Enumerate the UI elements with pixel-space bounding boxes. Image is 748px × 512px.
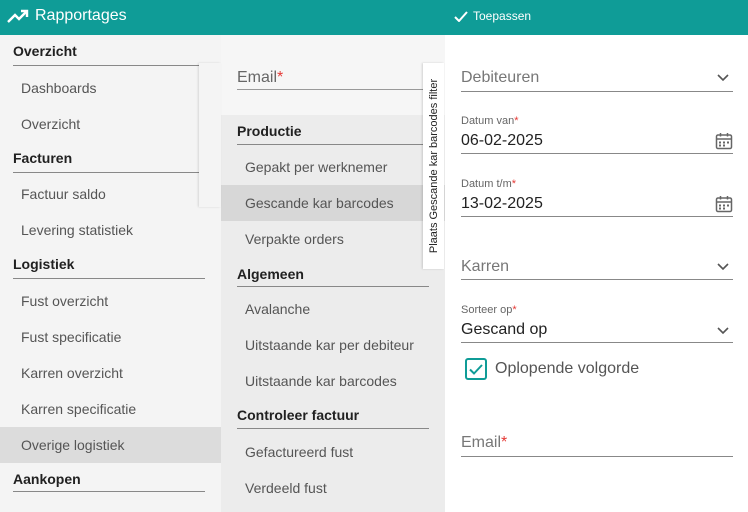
submenu-item-gefactureerd-fust[interactable]: Gefactureerd fust <box>221 434 445 470</box>
submenu-section-controleer-factuur: Controleer factuur <box>237 407 360 423</box>
divider <box>237 144 429 145</box>
chevron-down-icon <box>717 74 729 82</box>
submenu-section-productie: Productie <box>237 123 302 139</box>
submenu-email-field[interactable]: Email* <box>237 69 283 87</box>
trending-up-icon <box>7 9 29 23</box>
sidebar: Overzicht Dashboards Overzicht Facturen … <box>0 35 221 512</box>
submenu-item-verdeeld-fust[interactable]: Verdeeld fust <box>221 470 445 506</box>
divider <box>461 216 733 217</box>
datum-tm-label: Datum t/m <box>461 178 512 190</box>
oplopende-volgorde-checkbox[interactable]: Oplopende volgorde <box>465 358 639 380</box>
divider <box>461 342 733 343</box>
email-label: Email <box>461 434 502 451</box>
sidebar-item-factuur-saldo[interactable]: Factuur saldo <box>0 176 221 212</box>
checkbox-box[interactable] <box>465 358 487 380</box>
sidebar-item-fust-overzicht[interactable]: Fust overzicht <box>0 283 221 319</box>
submenu-item-uitstaande-kar-per-debiteur[interactable]: Uitstaande kar per debiteur <box>221 327 445 363</box>
apply-button[interactable]: Toepassen <box>454 9 531 23</box>
datum-van-value: 06-02-2025 <box>461 132 543 149</box>
chevron-down-icon <box>717 263 729 271</box>
divider <box>237 428 429 429</box>
drawer-edge <box>199 63 221 207</box>
submenu-item-gepakt-per-werknemer[interactable]: Gepakt per werknemer <box>221 149 445 185</box>
top-bar: Rapportages Toepassen <box>0 0 748 35</box>
sidebar-item-overige-logistiek[interactable]: Overige logistiek <box>0 427 221 463</box>
karren-placeholder: Karren <box>461 258 510 275</box>
debiteuren-placeholder: Debiteuren <box>461 69 540 86</box>
debiteuren-select[interactable]: Debiteuren <box>461 69 733 92</box>
datum-van-label: Datum van <box>461 115 515 127</box>
divider <box>13 172 205 173</box>
datum-van-field[interactable]: Datum van* 06-02-2025 <box>461 115 733 155</box>
calendar-icon[interactable] <box>715 195 733 213</box>
submenu-item-uitstaande-kar-barcodes[interactable]: Uitstaande kar barcodes <box>221 363 445 399</box>
karren-select[interactable]: Karren <box>461 258 733 280</box>
filter-tab[interactable]: Plaats Gescande kar barcodes filter <box>423 63 444 269</box>
sidebar-section-aankopen: Aankopen <box>13 471 81 487</box>
divider <box>461 456 733 457</box>
sidebar-item-karren-overzicht[interactable]: Karren overzicht <box>0 355 221 391</box>
oplopende-volgorde-label: Oplopende volgorde <box>495 360 640 377</box>
app-brand: Rapportages <box>7 7 127 25</box>
filter-form: Debiteuren Datum van* 06-02-2025 Datum t… <box>445 35 748 512</box>
sidebar-item-fust-specificatie[interactable]: Fust specificatie <box>0 319 221 355</box>
sidebar-section-logistiek: Logistiek <box>13 256 75 272</box>
sidebar-section-overzicht: Overzicht <box>13 43 77 59</box>
sorteer-op-value: Gescand op <box>461 321 548 338</box>
divider <box>237 89 426 90</box>
submenu-item-avalanche[interactable]: Avalanche <box>221 291 445 327</box>
datum-tm-field[interactable]: Datum t/m* 13-02-2025 <box>461 178 733 218</box>
submenu-item-gescande-kar-barcodes[interactable]: Gescande kar barcodes <box>221 185 445 221</box>
divider <box>13 278 205 279</box>
sidebar-item-dashboards[interactable]: Dashboards <box>0 70 221 106</box>
submenu-section-algemeen: Algemeen <box>237 266 304 282</box>
calendar-icon[interactable] <box>715 132 733 150</box>
sidebar-item-overzicht[interactable]: Overzicht <box>0 106 221 142</box>
divider <box>237 286 429 287</box>
divider <box>13 65 205 66</box>
app-title: Rapportages <box>35 7 127 24</box>
submenu-item-verpakte-orders[interactable]: Verpakte orders <box>221 221 445 257</box>
sorteer-op-label: Sorteer op <box>461 304 513 316</box>
sidebar-item-levering-statistiek[interactable]: Levering statistiek <box>0 212 221 248</box>
datum-tm-value: 13-02-2025 <box>461 195 543 212</box>
divider <box>461 279 733 280</box>
submenu-panel: Email* Productie Gepakt per werknemer Ge… <box>221 35 445 512</box>
email-field[interactable]: Email* <box>461 434 733 457</box>
filter-tab-label: Plaats Gescande kar barcodes filter <box>427 78 440 254</box>
chevron-down-icon <box>717 327 729 335</box>
sidebar-item-karren-specificatie[interactable]: Karren specificatie <box>0 391 221 427</box>
divider <box>461 91 733 92</box>
sidebar-section-facturen: Facturen <box>13 150 73 166</box>
divider <box>13 491 205 492</box>
divider <box>461 153 733 154</box>
check-icon <box>454 10 468 22</box>
apply-label: Toepassen <box>473 9 532 23</box>
sorteer-op-select[interactable]: Sorteer op* Gescand op <box>461 304 733 344</box>
check-icon <box>469 363 483 375</box>
